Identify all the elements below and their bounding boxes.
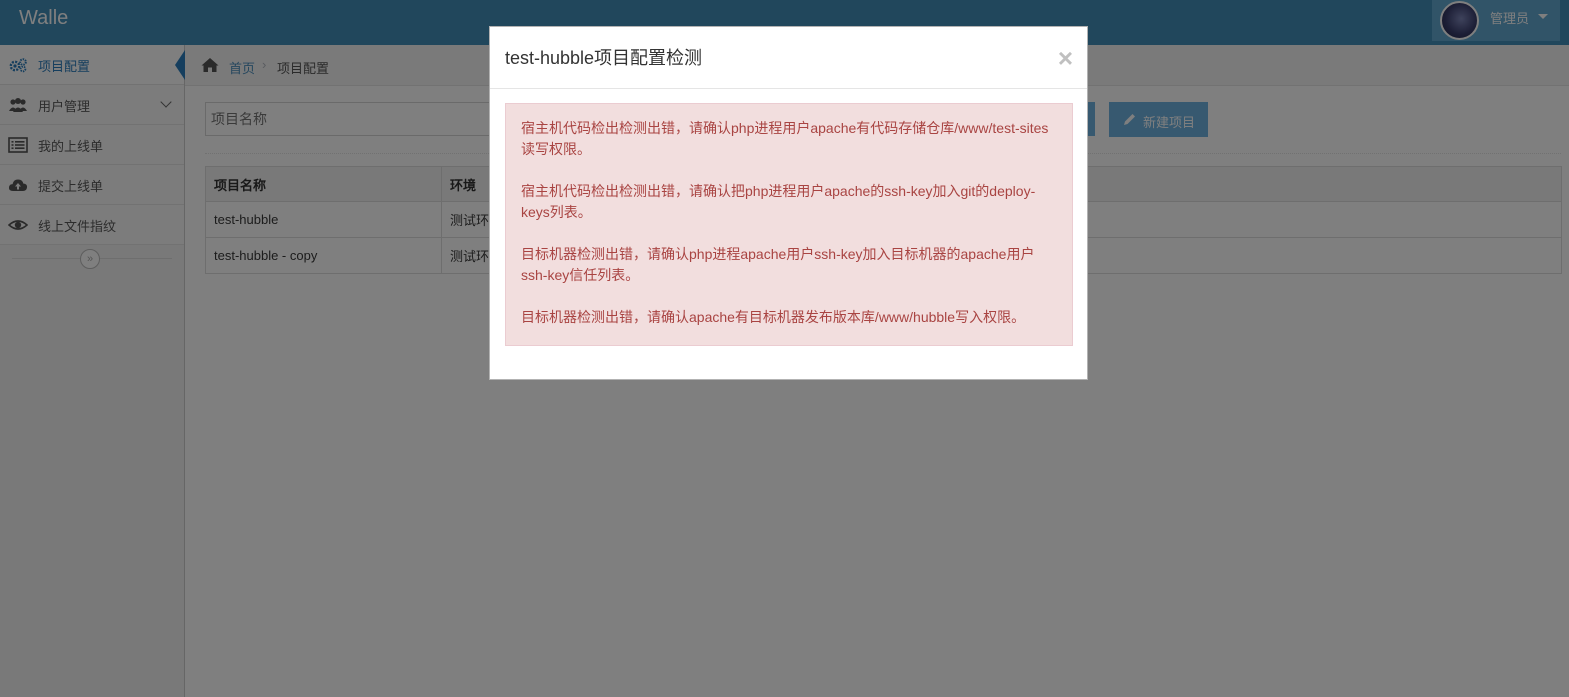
error-message: 目标机器检测出错，请确认php进程apache用户ssh-key加入目标机器的a… xyxy=(521,246,1035,283)
error-message: 宿主机代码检出检测出错，请确认把php进程用户apache的ssh-key加入g… xyxy=(521,183,1036,220)
modal-header: test-hubble项目配置检测 × xyxy=(490,27,1087,89)
error-alert: 宿主机代码检出检测出错，请确认php进程用户apache有代码存储仓库/www/… xyxy=(505,103,1073,346)
close-icon[interactable]: × xyxy=(1058,45,1073,71)
config-check-modal: test-hubble项目配置检测 × 宿主机代码检出检测出错，请确认php进程… xyxy=(489,26,1088,380)
modal-title: test-hubble项目配置检测 xyxy=(505,48,703,68)
error-message: 宿主机代码检出检测出错，请确认php进程用户apache有代码存储仓库/www/… xyxy=(521,120,1049,157)
error-message: 目标机器检测出错，请确认apache有目标机器发布版本库/www/hubble写… xyxy=(521,309,1026,325)
